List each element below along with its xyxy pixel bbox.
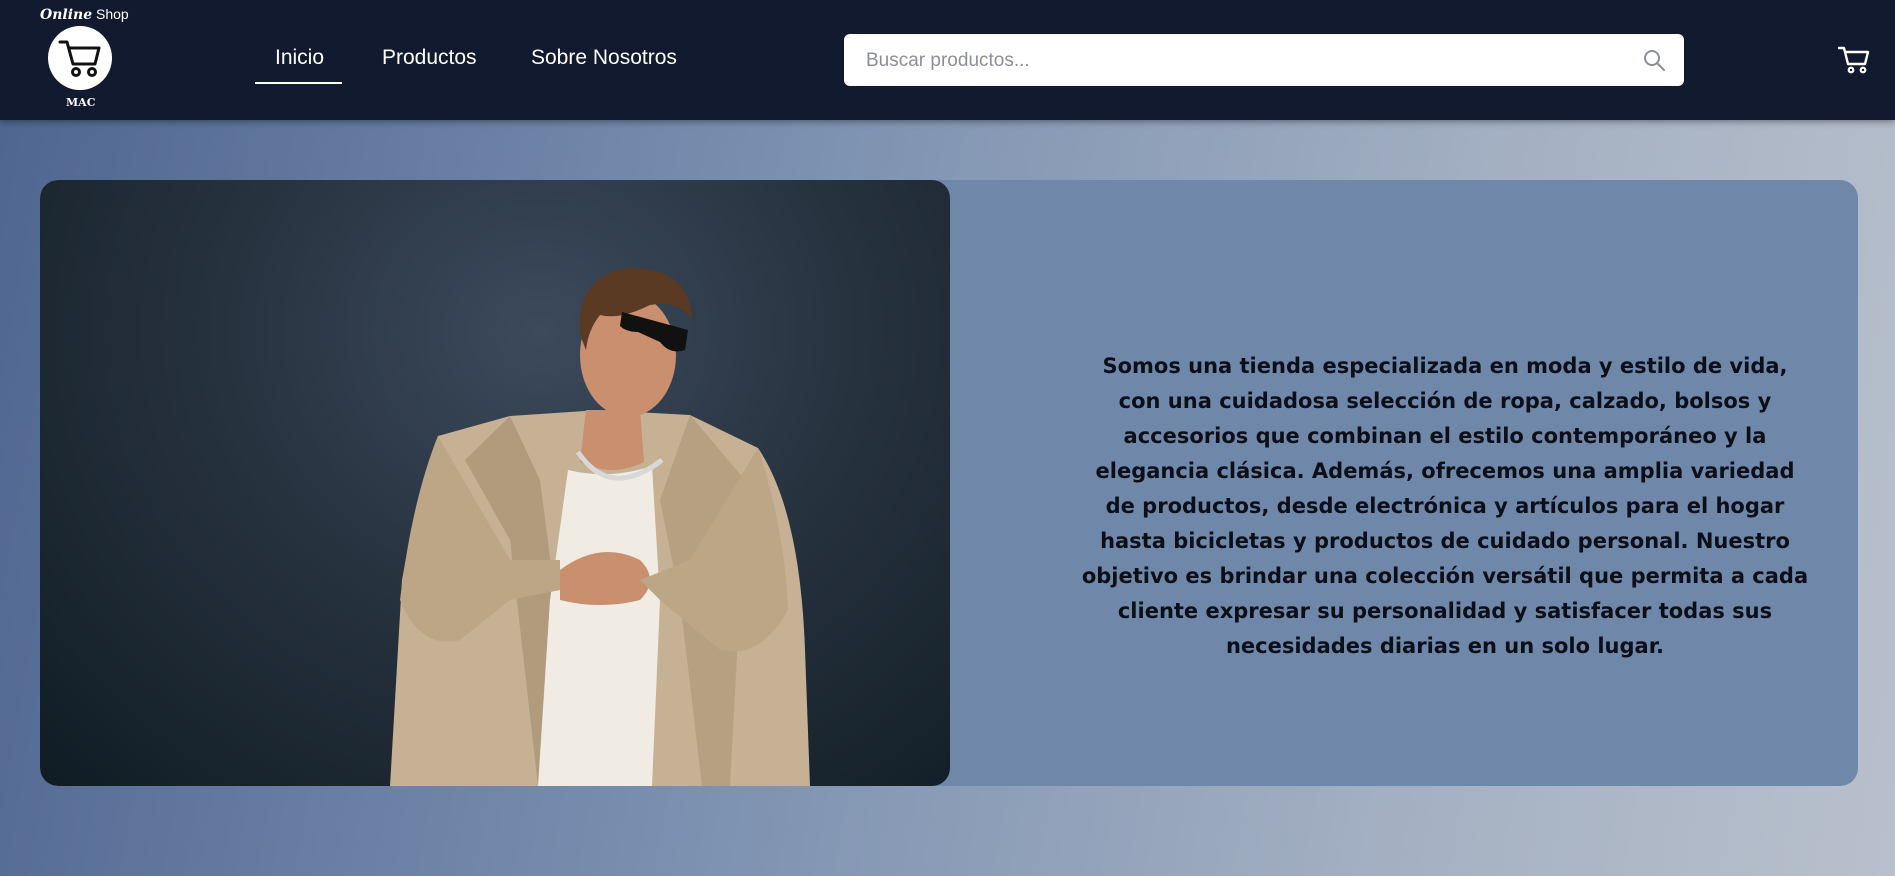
shopping-cart-icon <box>58 40 101 77</box>
logo[interactable]: Online Shop MAC <box>38 4 129 114</box>
search-icon[interactable] <box>1642 48 1666 72</box>
cart-icon[interactable] <box>1838 45 1870 75</box>
top-header: Online Shop MAC Inicio Productos Sobre N… <box>0 0 1895 120</box>
nav-active-indicator <box>255 82 342 84</box>
logo-top-text: Online Shop <box>40 6 129 23</box>
about-card: Somos una tienda especializada en moda y… <box>40 180 1858 786</box>
man-in-trench-coat-illustration <box>390 268 810 786</box>
nav-inicio[interactable]: Inicio <box>275 46 324 70</box>
hero-photo <box>40 180 950 786</box>
nav-sobre-nosotros[interactable]: Sobre Nosotros <box>531 46 677 70</box>
search-bar <box>844 34 1684 88</box>
about-text: Somos una tienda especializada en moda y… <box>1081 354 1809 658</box>
logo-badge <box>48 26 112 90</box>
nav-productos[interactable]: Productos <box>382 46 477 70</box>
logo-bottom-text: MAC <box>66 96 96 109</box>
search-input[interactable] <box>864 34 1628 88</box>
